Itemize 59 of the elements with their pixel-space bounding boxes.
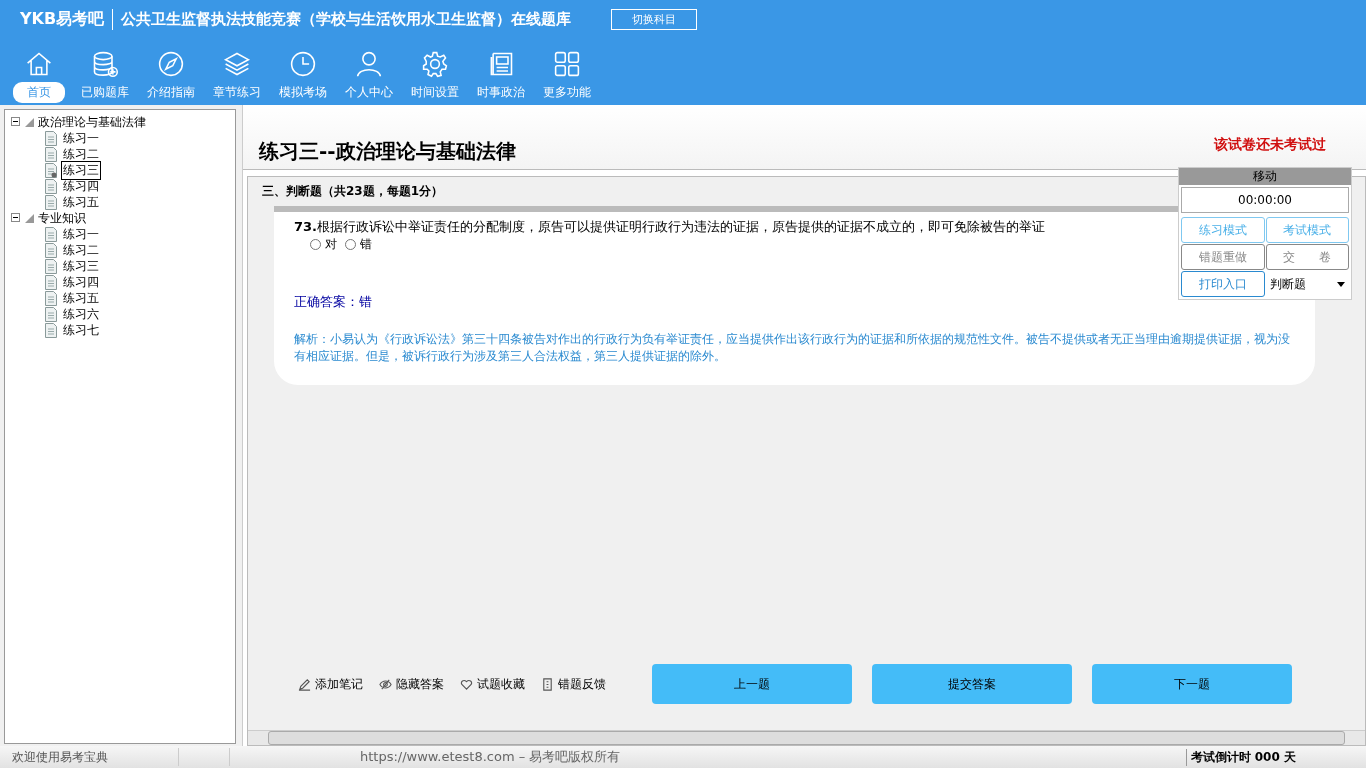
document-icon	[45, 274, 57, 290]
user-icon[interactable]	[355, 50, 383, 78]
eye-icon	[379, 677, 392, 691]
tree-item[interactable]: 练习三	[61, 160, 101, 180]
document-icon	[45, 322, 57, 338]
app-logo: YKB易考吧	[20, 8, 114, 30]
panel-title[interactable]: 移动	[1179, 168, 1351, 185]
triangle-icon	[24, 117, 34, 127]
answer-option[interactable]: 错	[345, 236, 372, 253]
compass-icon[interactable]	[157, 50, 185, 78]
tree-group[interactable]: 政治理论与基础法律	[38, 113, 146, 131]
status-welcome: 欢迎使用易考宝典	[11, 748, 109, 766]
collapse-icon[interactable]	[11, 115, 20, 129]
pencil-icon	[298, 677, 311, 691]
correct-answer: 正确答案：错	[294, 293, 373, 311]
action-link[interactable]: 试题收藏	[460, 675, 525, 693]
settings-icon[interactable]	[421, 50, 449, 78]
layers-icon[interactable]	[223, 50, 251, 78]
document-icon	[45, 194, 57, 210]
panel-button[interactable]: 交 卷	[1265, 244, 1349, 270]
status-copyright: https://www.etest8.com – 易考吧版权所有	[360, 748, 621, 766]
exam-status: 该试卷还未考试过	[1214, 136, 1326, 154]
document-icon	[45, 242, 57, 258]
nav-button[interactable]: 上一题	[652, 664, 852, 704]
nav-button[interactable]: 下一题	[1092, 664, 1292, 704]
document-icon	[541, 677, 554, 691]
document-icon	[45, 226, 57, 242]
home-icon[interactable]	[25, 50, 53, 78]
database-icon[interactable]	[91, 50, 119, 78]
section-heading: 三、判断题（共23题，每题1分）	[261, 183, 445, 200]
question-text: 73.根据行政诉讼中举证责任的分配制度，原告可以提供证明行政行为违法的证据，原告提供的证据不成立的，即可免除被告的举证	[294, 218, 1047, 236]
action-link[interactable]: 错题反馈	[541, 675, 606, 693]
nav-button[interactable]: 提交答案	[872, 664, 1072, 704]
exam-countdown: 考试倒计时 000 天	[1185, 748, 1296, 766]
clock-icon[interactable]	[289, 50, 317, 78]
question-type-select[interactable]: 判断题	[1265, 271, 1349, 297]
timer-display: 00:00:00	[1181, 187, 1349, 213]
answer-option[interactable]: 对	[310, 236, 337, 253]
document-icon	[45, 258, 57, 274]
document-icon	[45, 290, 57, 306]
document-pin-icon	[45, 162, 57, 178]
action-link[interactable]: 添加笔记	[298, 675, 363, 693]
document-icon	[45, 306, 57, 322]
app-title: 公共卫生监督执法技能竞赛（学校与生活饮用水卫生监督）在线题库	[119, 9, 572, 29]
tree-group[interactable]: 专业知识	[38, 209, 86, 227]
document-icon	[45, 146, 57, 162]
dropdown-caret-icon[interactable]	[1337, 281, 1345, 287]
grid-icon[interactable]	[553, 50, 581, 78]
action-link[interactable]: 隐藏答案	[379, 675, 444, 693]
document-icon	[45, 178, 57, 194]
panel-button[interactable]: 错题重做	[1181, 244, 1265, 270]
document-icon	[45, 130, 57, 146]
panel-button[interactable]: 打印入口	[1181, 271, 1265, 297]
exam-title: 练习三--政治理论与基础法律	[259, 138, 516, 165]
horizontal-scrollbar[interactable]	[248, 730, 1365, 745]
heart-icon	[460, 677, 473, 691]
explanation-text: 解析：小易认为《行政诉讼法》第三十四条被告对作出的行政行为负有举证责任，应当提供作出该行政行为的证据和所依据的规范性文件。被告不提供或者无正当理由逾期提供证据，视为没有相应证据。但是，被诉行政行为涉及第三人合法权益，第三人提供证据的除外。	[294, 331, 1291, 365]
collapse-icon[interactable]	[11, 211, 20, 225]
triangle-icon	[24, 213, 34, 223]
